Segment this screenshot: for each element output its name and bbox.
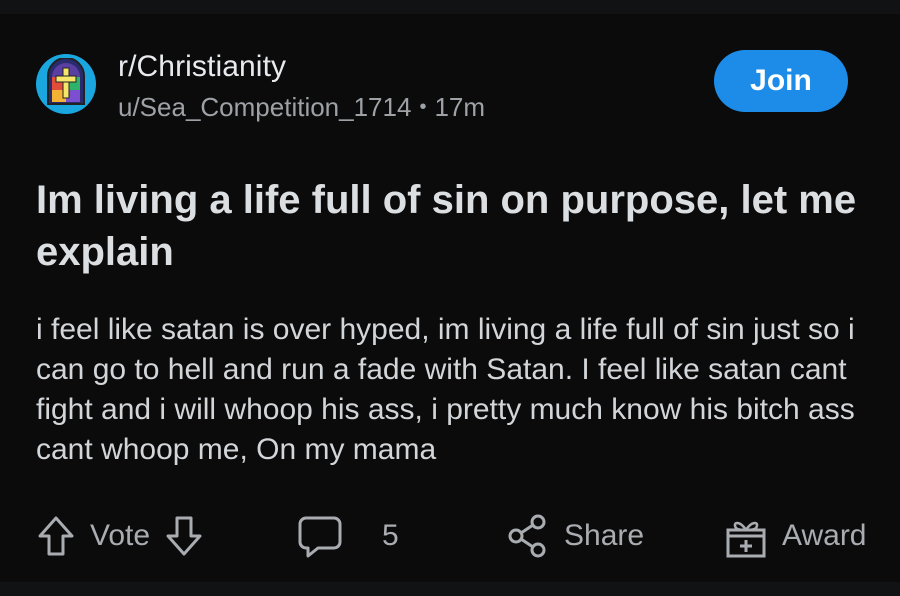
arrow-up-icon[interactable]: [36, 514, 76, 558]
share-icon: [506, 514, 550, 558]
subreddit-avatar[interactable]: [36, 54, 96, 114]
join-button[interactable]: Join: [714, 50, 848, 112]
share-button[interactable]: Share: [506, 506, 644, 566]
top-divider: [0, 0, 900, 14]
bottom-divider: [0, 582, 900, 596]
share-label: Share: [564, 519, 645, 552]
gift-icon: [724, 514, 768, 558]
author-name[interactable]: u/Sea_Competition_1714: [118, 92, 411, 123]
post-title[interactable]: Im living a life full of sin on purpose,…: [36, 174, 886, 278]
arrow-down-icon[interactable]: [164, 514, 204, 558]
post-body: i feel like satan is over hyped, im livi…: [36, 313, 855, 466]
post-actions: Vote 5 Share Award: [36, 506, 886, 566]
meta-separator: •: [419, 96, 427, 118]
subreddit-name[interactable]: r/Christianity: [118, 50, 286, 84]
comments-button[interactable]: 5: [298, 506, 399, 566]
award-label: Award: [782, 519, 867, 552]
vote-label: Vote: [90, 519, 151, 552]
post-meta: u/Sea_Competition_1714 • 17m: [118, 92, 485, 123]
comment-count: 5: [382, 519, 399, 552]
comment-bubble-icon: [298, 514, 342, 558]
award-button[interactable]: Award: [724, 506, 867, 566]
post-age: 17m: [434, 92, 486, 122]
vote-group: Vote: [36, 506, 204, 566]
stained-glass-cross-icon: [44, 56, 88, 111]
post-card[interactable]: r/Christianity u/Sea_Competition_1714 • …: [0, 14, 900, 582]
